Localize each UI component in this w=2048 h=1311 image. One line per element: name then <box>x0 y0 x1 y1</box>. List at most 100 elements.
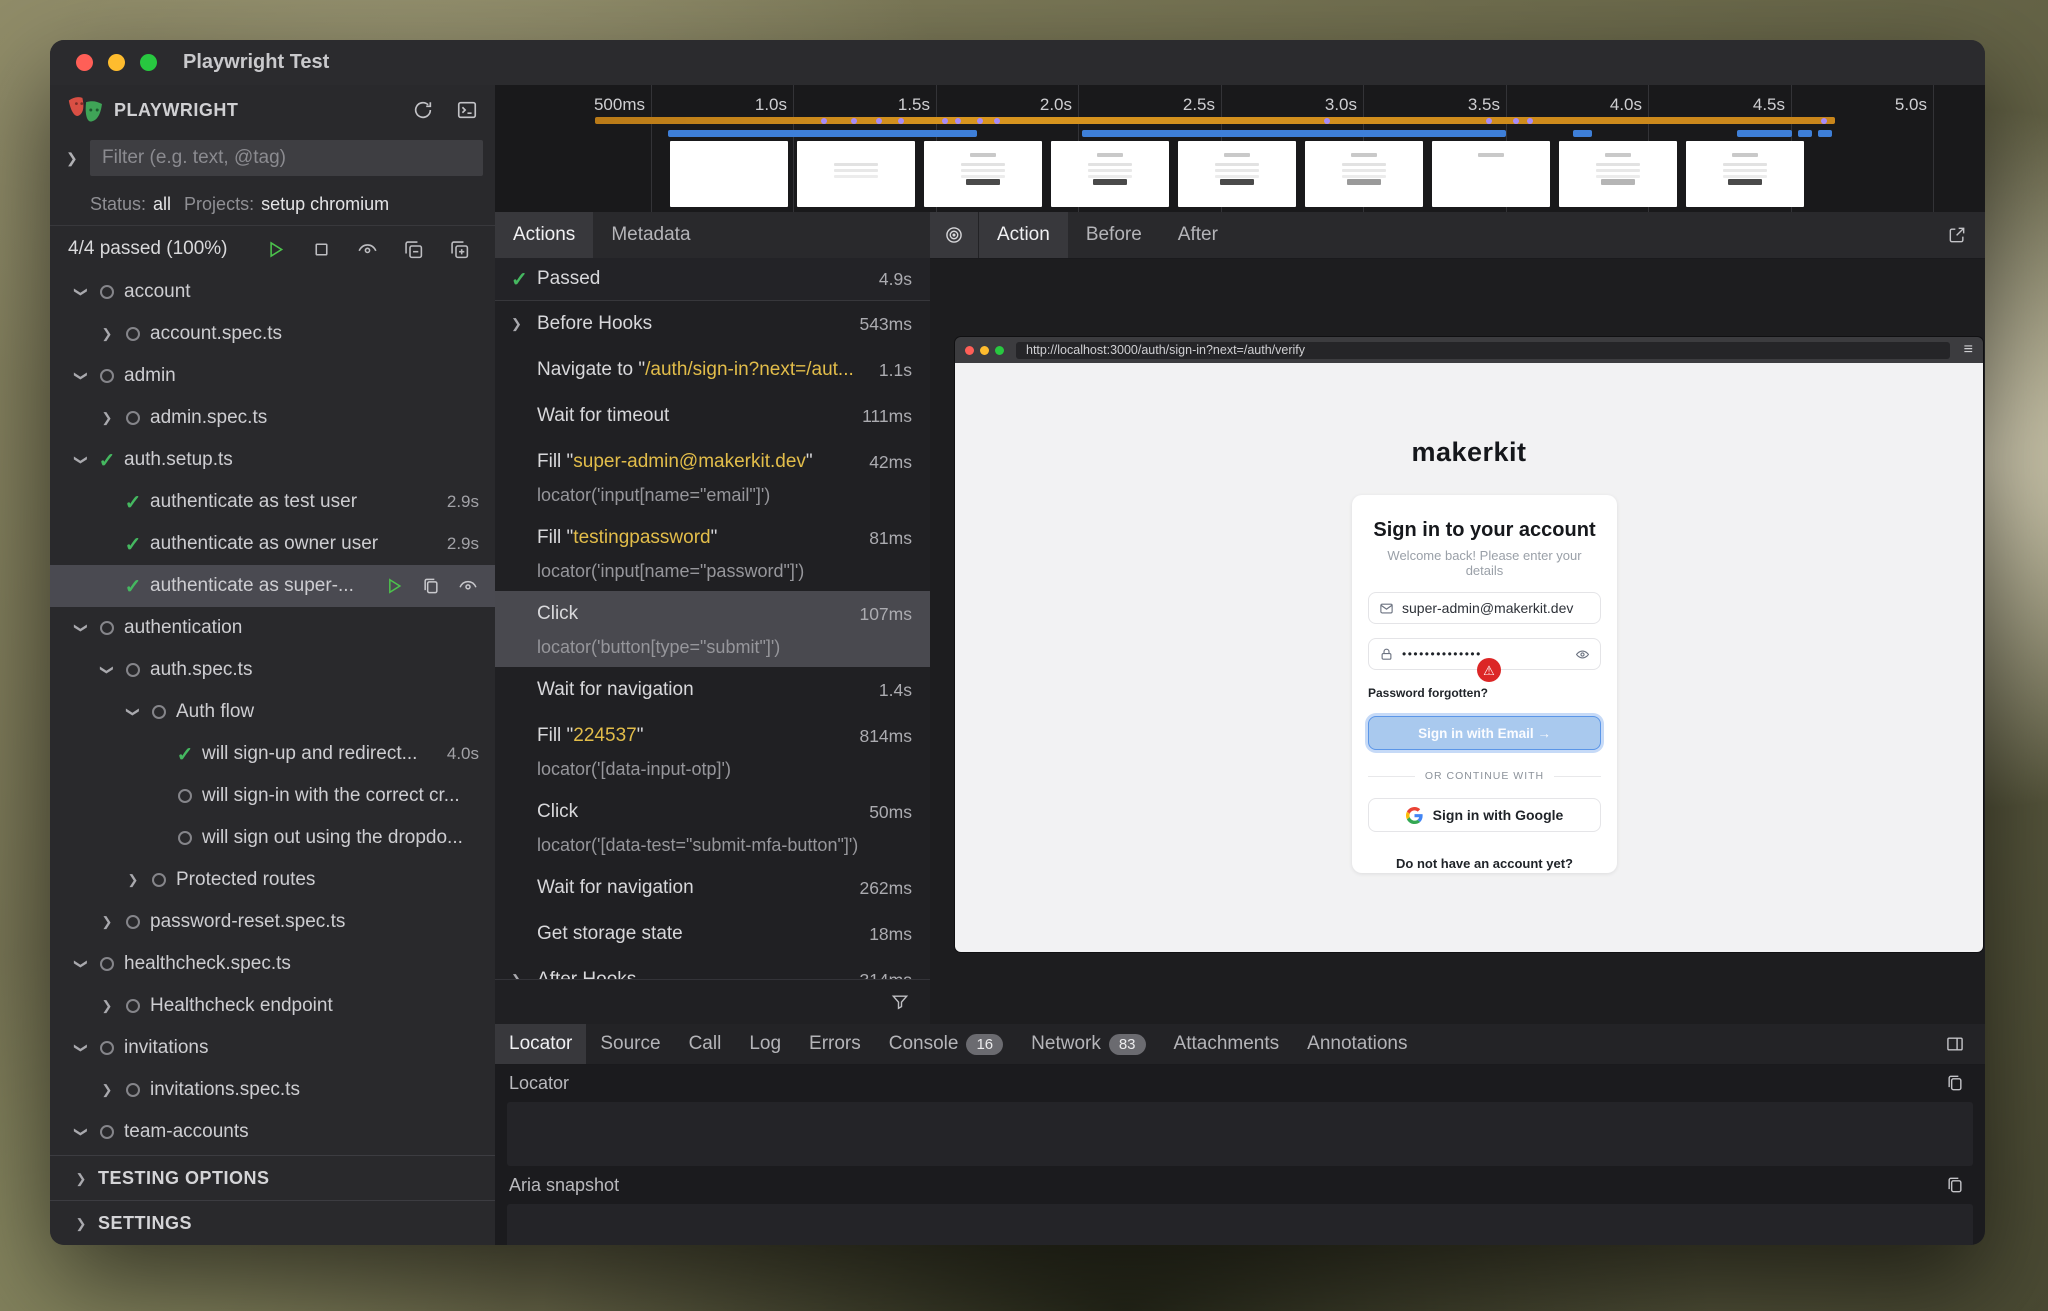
open-external-icon[interactable] <box>1943 221 1971 249</box>
copy-icon[interactable] <box>1941 1069 1969 1097</box>
tree-item-auth-spec[interactable]: ❯ auth.spec.ts <box>50 649 495 691</box>
film-thumbnail[interactable] <box>1305 141 1423 207</box>
film-thumbnail[interactable] <box>1178 141 1296 207</box>
tree-item-healthcheck-endpoint[interactable]: ❯ Healthcheck endpoint <box>50 985 495 1027</box>
chevron-right-icon[interactable]: ❯ <box>120 872 146 888</box>
reload-icon[interactable] <box>409 96 437 124</box>
tree-item-healthcheck-spec[interactable]: ❯ healthcheck.spec.ts <box>50 943 495 985</box>
action-item-click-mfa[interactable]: Click 50ms locator('[data-test="submit-m… <box>495 789 930 865</box>
action-item-fill-email[interactable]: Fill "super-admin@makerkit.dev" 42ms loc… <box>495 439 930 515</box>
expand-all-icon[interactable] <box>447 237 471 261</box>
chevron-down-icon[interactable]: ❯ <box>73 279 89 305</box>
action-item-before-hooks[interactable]: ❯ Before Hooks 543ms <box>495 301 930 347</box>
locator-editor[interactable] <box>507 1102 1973 1166</box>
action-item-passed[interactable]: ✓ Passed 4.9s <box>495 258 930 301</box>
action-item-wait-timeout[interactable]: Wait for timeout 111ms <box>495 393 930 439</box>
film-thumbnail[interactable] <box>1559 141 1677 207</box>
collapse-all-icon[interactable] <box>401 237 425 261</box>
trace-timeline[interactable]: 500ms 1.0s 1.5s 2.0s 2.5s 3.0s 3.5s 4.0s… <box>495 85 1985 213</box>
chevron-right-icon[interactable]: ❯ <box>94 410 120 426</box>
tab-attachments[interactable]: Attachments <box>1160 1024 1294 1064</box>
section-settings[interactable]: ❯ SETTINGS <box>50 1200 495 1245</box>
run-tests-icon[interactable] <box>263 237 287 261</box>
action-item-fill-password[interactable]: Fill "testingpassword" 81ms locator('inp… <box>495 515 930 591</box>
tree-item-admin-spec[interactable]: ❯ admin.spec.ts <box>50 397 495 439</box>
action-item-navigate[interactable]: Navigate to "/auth/sign-in?next=/aut... … <box>495 347 930 393</box>
chevron-down-icon[interactable]: ❯ <box>99 657 115 683</box>
tree-item-auth-setup[interactable]: ❯ ✓ auth.setup.ts <box>50 439 495 481</box>
tab-after[interactable]: After <box>1160 212 1236 258</box>
chevron-down-icon[interactable]: ❯ <box>73 447 89 473</box>
tab-network[interactable]: Network 83 <box>1017 1024 1159 1064</box>
tab-errors[interactable]: Errors <box>795 1024 875 1064</box>
action-item-wait-navigation-2[interactable]: Wait for navigation 262ms <box>495 865 930 911</box>
tree-item-auth-test-user[interactable]: ✓ authenticate as test user 2.9s <box>50 481 495 523</box>
filter-funnel-icon[interactable] <box>886 988 914 1016</box>
tree-item-auth-owner-user[interactable]: ✓ authenticate as owner user 2.9s <box>50 523 495 565</box>
chevron-right-icon[interactable]: ❯ <box>94 998 120 1014</box>
film-thumbnail[interactable] <box>670 141 788 207</box>
chevron-right-icon[interactable]: ❯ <box>511 316 537 332</box>
close-window-button[interactable] <box>76 54 93 71</box>
minimize-window-button[interactable] <box>108 54 125 71</box>
tab-annotations[interactable]: Annotations <box>1293 1024 1421 1064</box>
tree-item-signout-dropdown[interactable]: will sign out using the dropdo... <box>50 817 495 859</box>
aria-snapshot-editor[interactable] <box>507 1204 1973 1245</box>
film-thumbnail[interactable] <box>924 141 1042 207</box>
chevron-right-icon[interactable]: ❯ <box>66 150 90 167</box>
tree-item-invitations[interactable]: ❯ invitations <box>50 1027 495 1069</box>
section-testing-options[interactable]: ❯ TESTING OPTIONS <box>50 1155 495 1201</box>
tree-item-account[interactable]: ❯ account <box>50 271 495 313</box>
tab-console[interactable]: Console 16 <box>875 1024 1017 1064</box>
chevron-down-icon[interactable]: ❯ <box>73 1119 89 1145</box>
chevron-right-icon[interactable]: ❯ <box>94 326 120 342</box>
tree-item-authentication[interactable]: ❯ authentication <box>50 607 495 649</box>
chevron-down-icon[interactable]: ❯ <box>73 951 89 977</box>
action-item-after-hooks[interactable]: ❯ After Hooks 314ms <box>495 957 930 980</box>
film-thumbnail[interactable] <box>1686 141 1804 207</box>
chevron-down-icon[interactable]: ❯ <box>125 699 141 725</box>
tab-log[interactable]: Log <box>735 1024 795 1064</box>
toggle-panel-layout-icon[interactable] <box>1941 1030 1969 1058</box>
film-thumbnail[interactable] <box>1432 141 1550 207</box>
chevron-right-icon[interactable]: ❯ <box>94 914 120 930</box>
copy-icon[interactable] <box>420 575 442 597</box>
watch-eye-icon[interactable] <box>457 575 479 597</box>
film-thumbnail[interactable] <box>1051 141 1169 207</box>
filter-status-line[interactable]: Status: all Projects: setup chromium <box>90 186 389 222</box>
tab-before[interactable]: Before <box>1068 212 1160 258</box>
tab-actions[interactable]: Actions <box>495 212 593 258</box>
film-thumbnail[interactable] <box>797 141 915 207</box>
tree-item-signin-correct[interactable]: will sign-in with the correct cr... <box>50 775 495 817</box>
tab-metadata[interactable]: Metadata <box>593 212 708 258</box>
action-item-get-storage[interactable]: Get storage state 18ms <box>495 911 930 957</box>
tree-item-auth-super-admin-selected[interactable]: ✓ authenticate as super-... <box>50 565 495 607</box>
film-strip[interactable] <box>670 141 1804 207</box>
stop-icon[interactable] <box>309 237 333 261</box>
action-item-wait-navigation[interactable]: Wait for navigation 1.4s <box>495 667 930 713</box>
tree-item-password-reset-spec[interactable]: ❯ password-reset.spec.ts <box>50 901 495 943</box>
tab-action[interactable]: Action <box>979 212 1068 258</box>
tree-item-invitations-spec[interactable]: ❯ invitations.spec.ts <box>50 1069 495 1111</box>
tree-item-account-spec[interactable]: ❯ account.spec.ts <box>50 313 495 355</box>
run-test-icon[interactable] <box>383 575 405 597</box>
action-item-fill-otp[interactable]: Fill "224537" 814ms locator('[data-input… <box>495 713 930 789</box>
filter-input[interactable] <box>90 140 483 176</box>
maximize-window-button[interactable] <box>140 54 157 71</box>
terminal-icon[interactable] <box>453 96 481 124</box>
chevron-right-icon[interactable]: ❯ <box>94 1082 120 1098</box>
chevron-down-icon[interactable]: ❯ <box>73 363 89 389</box>
tree-item-admin[interactable]: ❯ admin <box>50 355 495 397</box>
chevron-down-icon[interactable]: ❯ <box>73 1035 89 1061</box>
tree-item-auth-flow[interactable]: ❯ Auth flow <box>50 691 495 733</box>
pick-locator-icon[interactable] <box>930 212 979 258</box>
chevron-down-icon[interactable]: ❯ <box>73 615 89 641</box>
watch-eye-icon[interactable] <box>355 237 379 261</box>
tree-item-signup-redirect[interactable]: ✓ will sign-up and redirect... 4.0s <box>50 733 495 775</box>
page-snapshot[interactable]: http://localhost:3000/auth/sign-in?next=… <box>955 337 1983 952</box>
action-item-click-submit-selected[interactable]: Click 107ms locator('button[type="submit… <box>495 591 930 667</box>
copy-icon[interactable] <box>1941 1171 1969 1199</box>
tab-source[interactable]: Source <box>586 1024 674 1064</box>
tab-locator[interactable]: Locator <box>495 1024 586 1064</box>
tab-call[interactable]: Call <box>675 1024 736 1064</box>
